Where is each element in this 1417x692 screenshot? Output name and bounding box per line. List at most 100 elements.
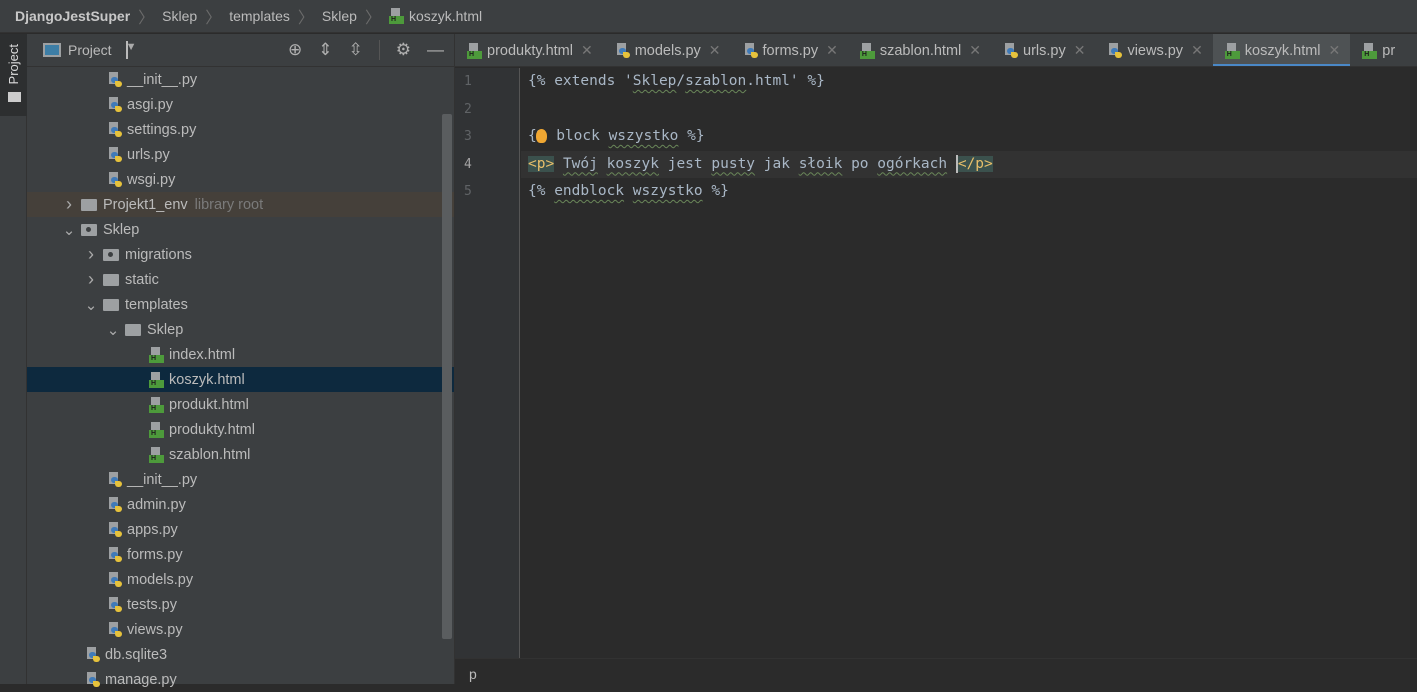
breadcrumb-status[interactable]: p <box>455 658 1417 684</box>
tree-item[interactable]: urls.py <box>27 142 454 167</box>
breadcrumb-item[interactable]: templates <box>229 8 290 24</box>
editor-tab[interactable]: Hpr <box>1350 34 1405 66</box>
html-file-icon: H <box>467 42 482 59</box>
hide-icon[interactable]: — <box>427 40 444 60</box>
line-number: 5 <box>464 184 472 199</box>
editor-tab[interactable]: Hprodukty.html ✕ <box>455 34 603 66</box>
code-line-5: {% endblock wszystko %} <box>528 183 729 199</box>
folder-icon <box>125 323 141 336</box>
tree-item[interactable]: admin.py <box>27 492 454 517</box>
tree-item-label: urls.py <box>127 146 170 163</box>
editor-tab[interactable]: Hkoszyk.html ✕ <box>1212 34 1351 66</box>
chevron-right-icon[interactable]: › <box>81 244 101 265</box>
tree-item-label: db.sqlite3 <box>105 646 168 663</box>
collapse-all-icon[interactable]: ⇳ <box>349 40 363 60</box>
tree-item[interactable]: __init__.py <box>27 67 454 92</box>
tree-item[interactable]: › static <box>27 267 454 292</box>
expand-all-icon[interactable]: ⇕ <box>318 40 332 60</box>
tree-item[interactable]: asgi.py <box>27 92 454 117</box>
tree-item-label: __init__.py <box>127 71 198 88</box>
folder-icon <box>81 223 97 236</box>
project-tool-label: Project <box>6 44 21 85</box>
close-icon[interactable]: ✕ <box>581 42 593 59</box>
tree-item[interactable]: ⌄ Sklep <box>27 217 454 242</box>
tree-item-label: templates <box>125 296 188 313</box>
python-file-icon <box>107 121 122 138</box>
tree-item[interactable]: Hkoszyk.html <box>27 367 454 392</box>
tree-item[interactable]: wsgi.py <box>27 167 454 192</box>
python-file-icon <box>743 42 758 59</box>
chevron-down-icon[interactable]: ⌄ <box>59 221 79 239</box>
close-icon[interactable]: ✕ <box>1074 42 1086 59</box>
line-number: 2 <box>464 101 472 117</box>
tree-item-label: Sklep <box>103 221 140 238</box>
tree-item-label: index.html <box>169 346 236 363</box>
project-tool-tab[interactable]: Project <box>0 34 27 116</box>
python-file-icon <box>107 146 122 163</box>
breadcrumb-item[interactable]: Hkoszyk.html <box>388 8 482 24</box>
tree-item[interactable]: __init__.py <box>27 467 454 492</box>
html-file-icon: H <box>149 346 164 363</box>
tree-item-label: produkt.html <box>169 396 249 413</box>
tree-item-label: wsgi.py <box>127 171 176 188</box>
tree-item-label: migrations <box>125 246 192 263</box>
project-panel: Project ▼ ⊕ ⇕ ⇳ ⚙ — __init__.py asgi.py se… <box>27 34 455 688</box>
close-icon[interactable]: ✕ <box>709 42 721 59</box>
tree-item[interactable]: › Projekt1_env library root <box>27 192 454 217</box>
tree-item[interactable]: tests.py <box>27 592 454 617</box>
code-area[interactable]: {% extends 'Sklep/szablon.html' %} {% bl… <box>521 68 1417 658</box>
close-icon[interactable]: ✕ <box>969 42 981 59</box>
html-file-icon: H <box>149 371 164 388</box>
editor: Hprodukty.html ✕ models.py ✕ forms.py ✕ Hszabl… <box>455 34 1417 684</box>
tree-item[interactable]: models.py <box>27 567 454 592</box>
lightbulb-icon[interactable] <box>536 129 548 143</box>
tree-item[interactable]: Hszablon.html <box>27 442 454 467</box>
tree-item-label: apps.py <box>127 521 178 538</box>
chevron-right-icon[interactable]: › <box>59 194 79 215</box>
editor-tab[interactable]: Hszablon.html ✕ <box>848 34 991 66</box>
tree-item-label: views.py <box>127 621 183 638</box>
editor-tab[interactable]: models.py ✕ <box>603 34 731 66</box>
folder-icon <box>103 273 119 286</box>
tree-item[interactable]: manage.py <box>27 667 454 692</box>
scrollbar[interactable] <box>442 114 452 639</box>
code-line-3: {% block wszystko %} <box>521 123 1417 151</box>
breadcrumb-item[interactable]: DjangoJestSuper <box>15 8 130 24</box>
locate-icon[interactable]: ⊕ <box>288 40 302 60</box>
breadcrumb-item[interactable]: Sklep <box>322 8 357 24</box>
html-file-icon: H <box>388 8 404 24</box>
html-file-icon: H <box>1224 42 1240 59</box>
tree-item[interactable]: ⌄ Sklep <box>27 317 454 342</box>
tree-item-label: settings.py <box>127 121 197 138</box>
gear-icon[interactable]: ⚙ <box>396 40 411 60</box>
breadcrumb-item[interactable]: Sklep <box>162 8 197 24</box>
tree-item[interactable]: ⌄ templates <box>27 292 454 317</box>
chevron-down-icon[interactable]: ⌄ <box>103 321 123 339</box>
html-file-icon: H <box>149 396 164 413</box>
tree-item[interactable]: forms.py <box>27 542 454 567</box>
close-icon[interactable]: ✕ <box>826 42 838 59</box>
project-view-selector[interactable]: Project <box>68 42 112 58</box>
tree-item[interactable]: views.py <box>27 617 454 642</box>
chevron-right-icon[interactable]: › <box>81 269 101 290</box>
tree-item[interactable]: db.sqlite3 <box>27 642 454 667</box>
tree-item-label: manage.py <box>105 671 177 688</box>
chevron-down-icon[interactable]: ▼ <box>125 41 136 59</box>
tree-item[interactable]: apps.py <box>27 517 454 542</box>
folder-icon <box>103 248 119 261</box>
line-number: 1 <box>464 74 472 89</box>
tree-item[interactable]: Hprodukt.html <box>27 392 454 417</box>
tree-item-label: __init__.py <box>127 471 198 488</box>
editor-tab[interactable]: urls.py ✕ <box>991 34 1095 66</box>
tree-item[interactable]: Hindex.html <box>27 342 454 367</box>
tree-item[interactable]: › migrations <box>27 242 454 267</box>
editor-tab[interactable]: forms.py ✕ <box>731 34 848 66</box>
tree-item[interactable]: settings.py <box>27 117 454 142</box>
chevron-down-icon[interactable]: ⌄ <box>81 296 101 314</box>
close-icon[interactable]: ✕ <box>1191 42 1203 59</box>
tree-item[interactable]: Hprodukty.html <box>27 417 454 442</box>
close-icon[interactable]: ✕ <box>1329 42 1341 59</box>
python-file-icon <box>107 596 122 613</box>
editor-tab[interactable]: views.py ✕ <box>1095 34 1212 66</box>
